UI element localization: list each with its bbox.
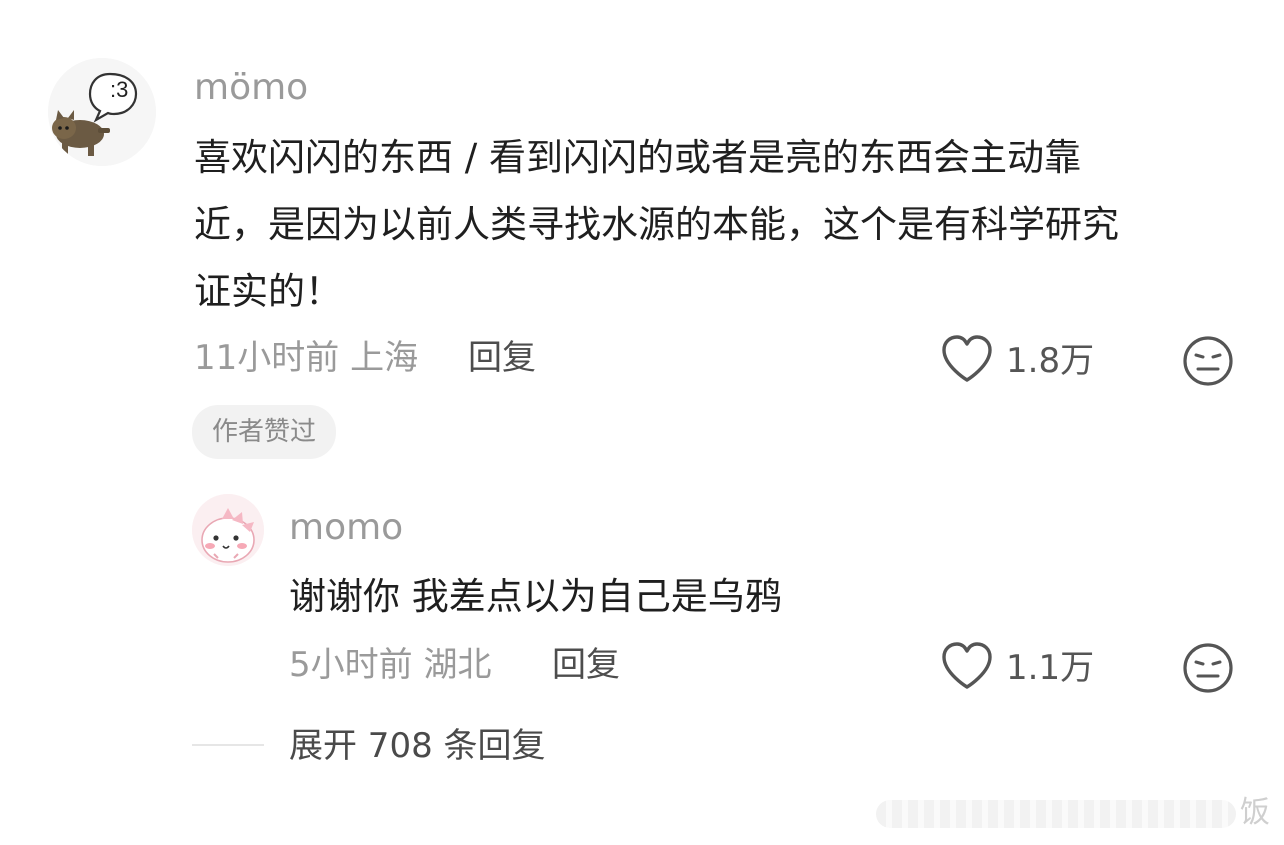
author-liked-badge: 作者赞过 — [192, 405, 337, 459]
bubble-text: :3 — [110, 77, 129, 102]
meh-face-icon — [1183, 336, 1233, 386]
heart-outline-icon — [942, 335, 992, 382]
comment-username[interactable]: mömo — [194, 66, 308, 110]
comment-text-line-2: 近，是因为以前人类寻找水源的本能，这个是有科学研究 — [194, 203, 1119, 246]
reply-reply-button[interactable]: 回复 — [552, 643, 620, 687]
comment-text-line-1: 喜欢闪闪的东西 / 看到闪闪的或者是亮的东西会主动靠 — [194, 136, 1081, 179]
watermark-text: 饭 — [1240, 795, 1270, 830]
pink-creature-avatar-image — [192, 494, 264, 566]
comment-avatar[interactable] — [48, 58, 156, 166]
expand-divider — [192, 744, 264, 746]
reply-like-button[interactable] — [940, 641, 994, 693]
comment-dislike-button[interactable] — [1182, 335, 1234, 387]
reply-like-count: 1.1万 — [1006, 648, 1095, 688]
reply-username[interactable]: momo — [289, 506, 403, 550]
reply-dislike-button[interactable] — [1182, 642, 1234, 694]
comment-text-line-3: 证实的！ — [194, 270, 342, 313]
watermark-bar — [876, 800, 1236, 828]
reply-meta: 5小时前 湖北 — [289, 645, 492, 685]
meh-face-icon — [1183, 643, 1233, 693]
reply-avatar[interactable] — [192, 494, 264, 566]
heart-outline-icon — [942, 642, 992, 689]
cat-avatar-image — [48, 58, 156, 166]
comment-reply-button[interactable]: 回复 — [468, 336, 536, 380]
comment-like-count: 1.8万 — [1006, 341, 1095, 381]
reply-text: 谢谢你 我差点以为自己是乌鸦 — [289, 575, 782, 618]
comment-meta: 11小时前 上海 — [194, 338, 419, 378]
expand-replies-button[interactable]: 展开 708 条回复 — [289, 724, 546, 768]
comment-like-button[interactable] — [940, 334, 994, 386]
